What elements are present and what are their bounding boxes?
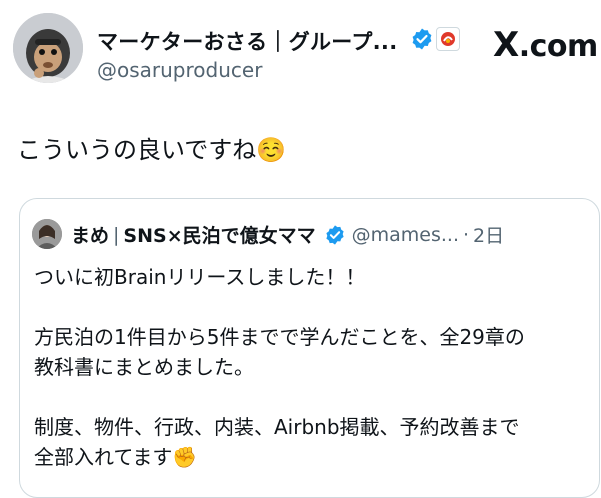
x-logo-suffix: .com bbox=[518, 29, 599, 64]
quoted-line: 教科書にまとめました。 bbox=[34, 355, 254, 379]
quoted-post-body: ついに初Brainリリースしました！！ 方民泊の1件目から5件までで学んだことを… bbox=[34, 262, 594, 472]
x-brand-logo[interactable]: X.com bbox=[493, 28, 598, 64]
author-display-name[interactable]: マーケターおさる｜グループ... bbox=[97, 26, 397, 56]
author-avatar[interactable] bbox=[13, 13, 83, 83]
quoted-line: 方民泊の1件目から5件までで学んだことを、全29章の bbox=[34, 325, 525, 349]
verified-badge-icon bbox=[326, 224, 344, 245]
quoted-post-header: まめ | SNS×民泊で億女ママ @mames... · 2日 bbox=[71, 221, 504, 248]
quoted-line: 制度、物件、行政、内装、Airbnb掲載、予約改善まで bbox=[34, 415, 520, 439]
quoted-author-name-rest[interactable]: SNS×民泊で億女ママ bbox=[123, 221, 315, 248]
quoted-line: ついに初Brainリリースしました！！ bbox=[34, 265, 366, 289]
raised-fist-emoji: ✊ bbox=[172, 445, 198, 469]
quoted-line-last: 全部入れてます✊ bbox=[34, 442, 594, 472]
quoted-author-name[interactable]: まめ bbox=[71, 221, 109, 248]
quoted-author-handle[interactable]: @mames... bbox=[352, 224, 459, 246]
quoted-author-avatar[interactable] bbox=[32, 219, 62, 249]
monkey-avatar-icon bbox=[13, 13, 83, 83]
affiliate-badge-icon bbox=[436, 27, 460, 51]
post-text-body: こういうの良いですね bbox=[17, 136, 257, 164]
quoted-post-time[interactable]: 2日 bbox=[473, 221, 504, 248]
author-handle[interactable]: @osaruproducer bbox=[97, 58, 262, 82]
verified-badge-icon bbox=[412, 28, 432, 50]
smiling-face-emoji: ☺️ bbox=[256, 136, 287, 164]
quoted-line-text: 全部入れてます bbox=[34, 445, 173, 469]
post-text: こういうの良いですね☺️ bbox=[17, 130, 286, 165]
name-separator: | bbox=[113, 223, 120, 246]
meta-dot: · bbox=[463, 223, 470, 246]
x-logo-icon: X bbox=[493, 25, 519, 65]
person-avatar-icon bbox=[32, 219, 62, 249]
